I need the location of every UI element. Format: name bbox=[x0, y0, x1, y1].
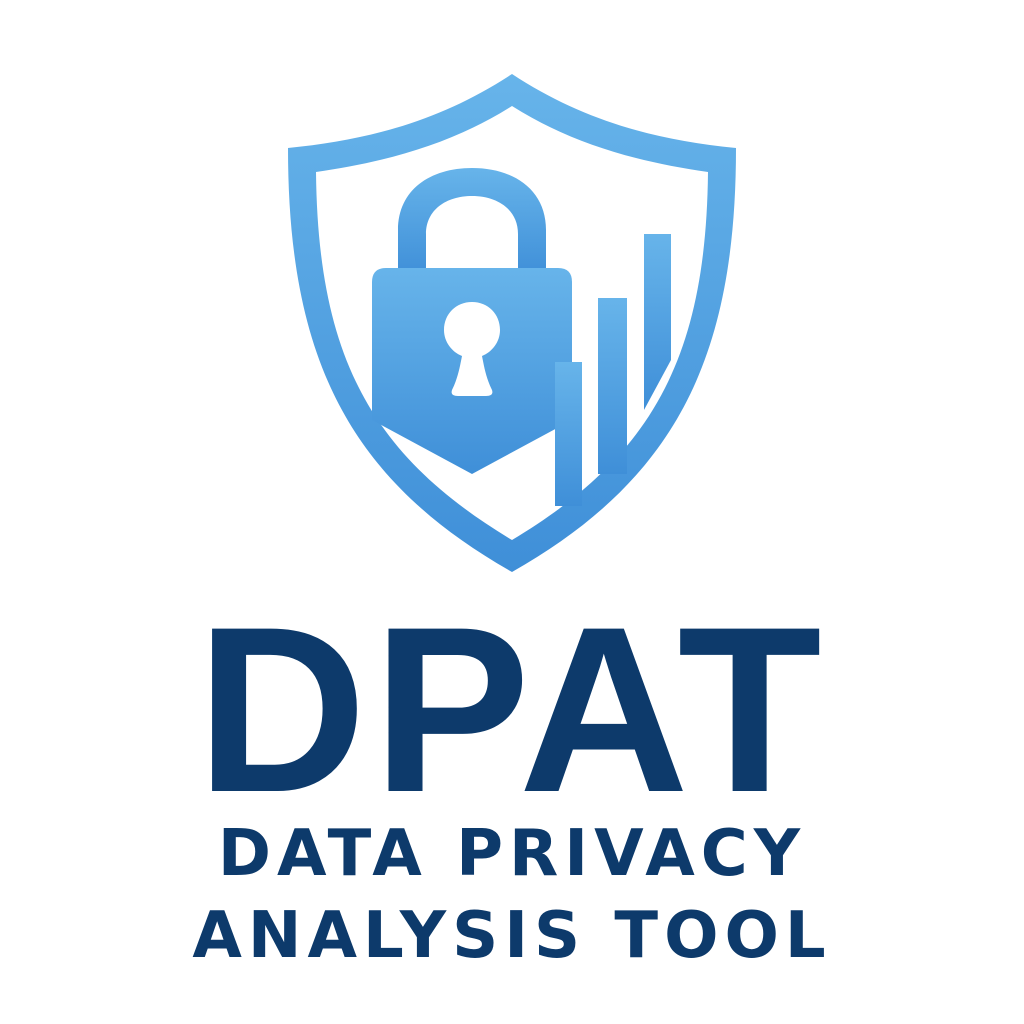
tagline-line-2: ANALYSIS TOOL bbox=[192, 899, 832, 973]
tagline-line-1: DATA PRIVACY bbox=[217, 817, 807, 891]
logo-acronym: DPAT bbox=[196, 578, 828, 842]
logo-canvas: DPAT DATA PRIVACY ANALYSIS TOOL bbox=[0, 0, 1024, 1024]
shield-icon bbox=[288, 74, 736, 572]
padlock-icon bbox=[372, 168, 572, 474]
bar-chart-icon bbox=[555, 234, 671, 506]
